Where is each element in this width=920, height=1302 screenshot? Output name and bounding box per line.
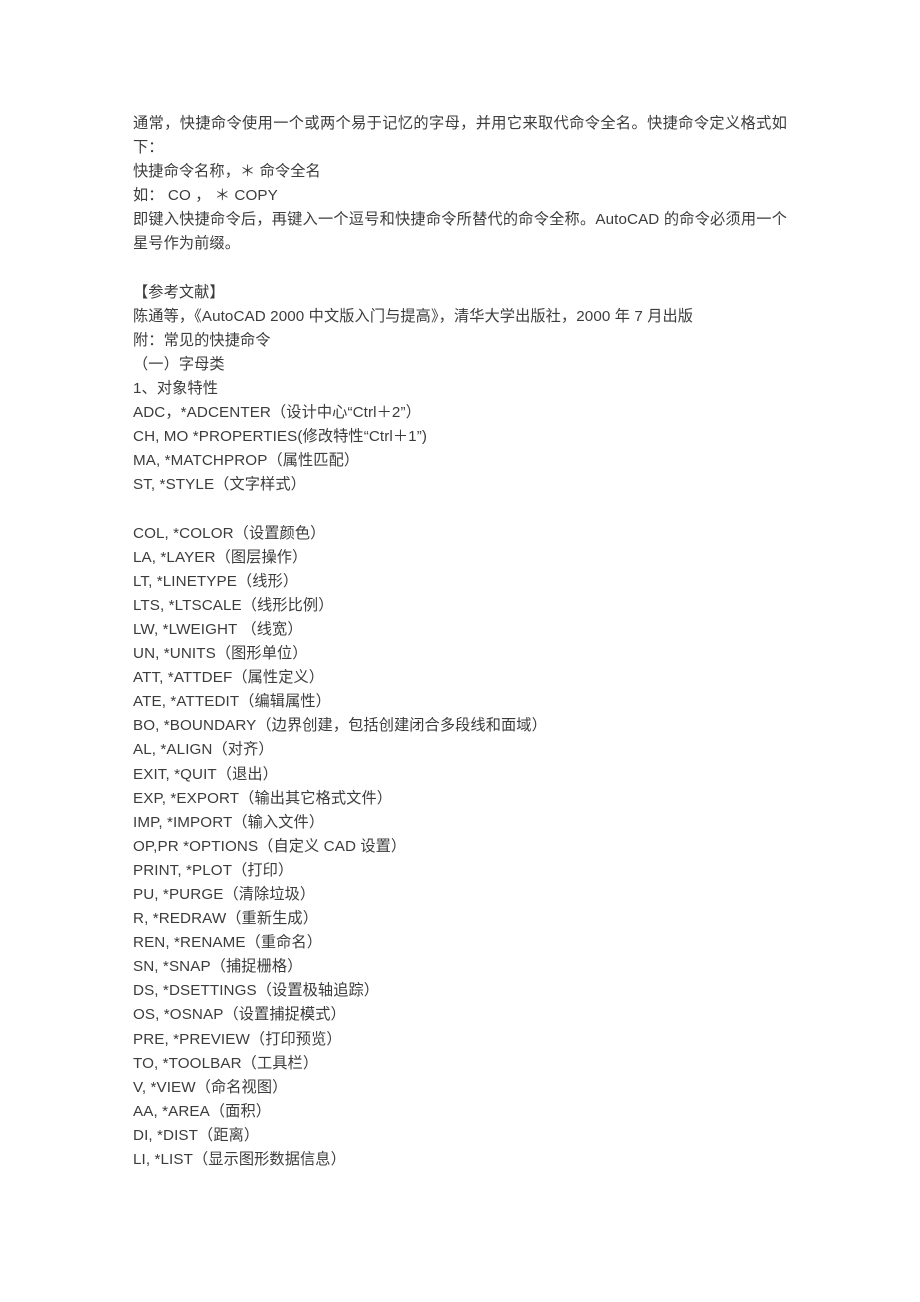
command-item: ATT, *ATTDEF（属性定义） — [133, 669, 325, 687]
command-item: AL, *ALIGN（对齐） — [133, 741, 274, 759]
command-item: SN, *SNAP（捕捉栅格） — [133, 958, 303, 976]
command-item: MA, *MATCHPROP（属性匹配） — [133, 452, 360, 470]
command-item: REN, *RENAME（重命名） — [133, 934, 323, 952]
command-item: LA, *LAYER（图层操作） — [133, 548, 308, 566]
section-heading: （一）字母类 — [133, 355, 225, 373]
intro-paragraph-2: 即键入快捷命令后，再键入一个逗号和快捷命令所替代的命令全称。AutoCAD 的命… — [133, 211, 787, 253]
command-item: DS, *DSETTINGS（设置极轴追踪） — [133, 982, 380, 1000]
command-list-group-2: COL, *COLOR（设置颜色） LA, *LAYER（图层操作） LT, *… — [133, 522, 787, 1173]
shortcut-example-line: 如： CO ， ＊ COPY — [133, 187, 278, 205]
command-item: ST, *STYLE（文字样式） — [133, 476, 306, 494]
command-item: TO, *TOOLBAR（工具栏） — [133, 1054, 319, 1072]
command-item: LW, *LWEIGHT （线宽） — [133, 620, 303, 638]
shortcut-format-line: 快捷命令名称，＊ 命令全名 — [133, 163, 321, 181]
appendix-heading: 附：常见的快捷命令 — [133, 331, 271, 349]
document-body: 通常，快捷命令使用一个或两个易于记忆的字母，并用它来取代命令全名。快捷命令定义格… — [133, 112, 787, 1172]
command-item: ADC，*ADCENTER（设计中心“Ctrl＋2”） — [133, 404, 421, 422]
reference-entry: 陈通等，《AutoCAD 2000 中文版入门与提高》，清华大学出版社，2000… — [133, 307, 694, 325]
command-item: UN, *UNITS（图形单位） — [133, 645, 308, 663]
intro-section: 通常，快捷命令使用一个或两个易于记忆的字母，并用它来取代命令全名。快捷命令定义格… — [133, 112, 787, 257]
command-item: BO, *BOUNDARY（边界创建，包括创建闭合多段线和面域） — [133, 717, 547, 735]
command-item: OS, *OSNAP（设置捕捉模式） — [133, 1006, 346, 1024]
command-item: LI, *LIST（显示图形数据信息） — [133, 1151, 346, 1169]
command-group-spacer — [133, 498, 787, 522]
command-item: LTS, *LTSCALE（线形比例） — [133, 596, 334, 614]
command-item: AA, *AREA（面积） — [133, 1102, 272, 1120]
command-item: R, *REDRAW（重新生成） — [133, 910, 318, 928]
command-item: DI, *DIST（距离） — [133, 1126, 260, 1144]
command-item: IMP, *IMPORT（输入文件） — [133, 813, 325, 831]
command-item: CH, MO *PROPERTIES(修改特性“Ctrl＋1”) — [133, 428, 428, 446]
command-list-group-1: ADC，*ADCENTER（设计中心“Ctrl＋2”） CH, MO *PROP… — [133, 401, 787, 497]
command-item: LT, *LINETYPE（线形） — [133, 572, 299, 590]
command-item: PU, *PURGE（清除垃圾） — [133, 886, 316, 903]
command-item: ATE, *ATTEDIT（编辑属性） — [133, 693, 331, 711]
command-item: EXP, *EXPORT（输出其它格式文件） — [133, 789, 393, 807]
command-item: PRINT, *PLOT（打印） — [133, 861, 294, 879]
command-item: COL, *COLOR（设置颜色） — [133, 524, 326, 542]
command-item: OP,PR *OPTIONS（自定义 CAD 设置） — [133, 837, 407, 855]
intro-paragraph-1: 通常，快捷命令使用一个或两个易于记忆的字母，并用它来取代命令全名。快捷命令定义格… — [133, 115, 787, 157]
subsection-heading: 1、对象特性 — [133, 380, 218, 398]
references-section: 【参考文献】 陈通等，《AutoCAD 2000 中文版入门与提高》，清华大学出… — [133, 281, 787, 401]
document-page: 通常，快捷命令使用一个或两个易于记忆的字母，并用它来取代命令全名。快捷命令定义格… — [0, 0, 920, 1302]
command-item: PRE, *PREVIEW（打印预览） — [133, 1030, 342, 1048]
command-item: V, *VIEW（命名视图） — [133, 1078, 288, 1096]
references-heading: 【参考文献】 — [133, 283, 225, 301]
command-item: EXIT, *QUIT（退出） — [133, 765, 278, 783]
